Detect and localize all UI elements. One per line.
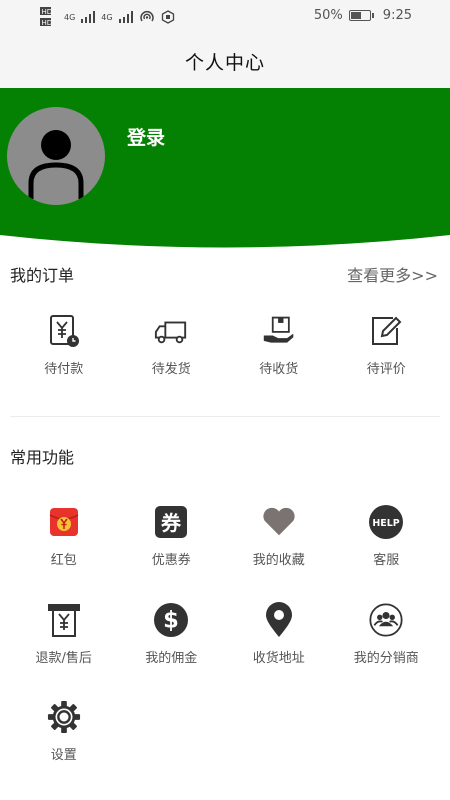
function-label: 客服 <box>373 553 400 568</box>
payment-pending-icon <box>47 314 81 348</box>
function-label: 退款/售后 <box>35 651 92 666</box>
orders-section-title: 我的订单 <box>10 266 75 285</box>
function-settings[interactable]: 设置 <box>10 700 118 763</box>
battery-percent: 50% <box>313 8 343 23</box>
function-label: 优惠券 <box>151 553 191 568</box>
order-label: 待付款 <box>44 362 84 377</box>
svg-text:HD: HD <box>42 8 53 16</box>
settings-gear-icon <box>47 700 81 734</box>
signal-icon-2 <box>118 11 133 23</box>
status-bar: HD HD 4G 4G 50% 9:25 <box>0 0 450 34</box>
clock: 9:25 <box>382 8 412 23</box>
user-avatar-icon <box>28 130 84 199</box>
function-label: 我的佣金 <box>145 651 198 666</box>
orders-section-header: 我的订单 查看更多>> <box>10 262 438 286</box>
coupon-glyph: 券 <box>160 511 182 535</box>
function-coupon[interactable]: 券 优惠券 <box>118 505 226 568</box>
network-label-2: 4G <box>101 12 113 22</box>
package-hand-icon <box>262 314 296 348</box>
functions-section-header: 常用功能 <box>10 444 438 468</box>
functions-row-2: 退款/售后 $ 我的佣金 收货地址 我的分销商 <box>10 602 441 666</box>
function-label: 收货地址 <box>252 651 305 666</box>
order-label: 待评价 <box>366 362 406 377</box>
functions-row-1: 红包 券 优惠券 我的收藏 HELP 客服 <box>10 505 440 568</box>
title-bar: 个人中心 <box>0 34 450 88</box>
hotspot-icon <box>139 11 154 22</box>
function-label: 红包 <box>50 553 77 568</box>
status-icons-left: HD HD 4G 4G <box>40 6 175 28</box>
function-customer-service[interactable]: HELP 客服 <box>333 505 441 568</box>
function-label: 我的收藏 <box>252 553 305 568</box>
function-distributors[interactable]: 我的分销商 <box>333 603 441 666</box>
status-icons-right: 50% 9:25 <box>314 8 412 23</box>
orders-grid: 待付款 待发货 待收货 待评价 <box>10 314 440 377</box>
order-pending-shipment[interactable]: 待发货 <box>118 314 226 377</box>
function-shipping-address[interactable]: 收货地址 <box>225 602 333 666</box>
function-refund[interactable]: 退款/售后 <box>10 603 118 666</box>
edit-review-icon <box>369 314 403 348</box>
login-link[interactable]: 登录 <box>127 123 165 150</box>
profile-header: 登录 <box>0 88 450 250</box>
order-label: 待收货 <box>259 362 299 377</box>
help-glyph: HELP <box>373 518 400 529</box>
function-commission[interactable]: $ 我的佣金 <box>118 603 226 666</box>
hd-icon: HD HD <box>40 7 53 27</box>
dollar-icon: $ <box>154 603 189 637</box>
functions-row-3: 设置 <box>10 700 440 763</box>
truck-icon <box>154 314 188 348</box>
section-divider <box>10 416 440 417</box>
function-favorites[interactable]: 我的收藏 <box>225 505 333 568</box>
heart-icon <box>262 505 296 539</box>
location-pin-icon <box>262 602 296 637</box>
network-label-1: 4G <box>64 12 76 22</box>
svg-text:HD: HD <box>42 19 53 27</box>
function-red-packet[interactable]: 红包 <box>10 505 118 568</box>
order-label: 待发货 <box>151 362 191 377</box>
functions-section-title: 常用功能 <box>10 448 75 467</box>
red-packet-icon <box>47 505 81 539</box>
function-label: 我的分销商 <box>353 651 419 666</box>
order-pending-review[interactable]: 待评价 <box>333 314 441 377</box>
order-pending-receipt[interactable]: 待收货 <box>225 314 333 377</box>
avatar[interactable] <box>7 107 105 205</box>
dollar-glyph: $ <box>163 608 179 634</box>
signal-icon-1 <box>81 11 96 23</box>
coupon-icon: 券 <box>154 505 188 539</box>
group-icon <box>369 603 403 637</box>
page-title: 个人中心 <box>184 51 265 74</box>
order-pending-payment[interactable]: 待付款 <box>10 314 118 377</box>
refund-icon <box>47 603 81 637</box>
function-label: 设置 <box>50 748 77 763</box>
notification-icon <box>161 10 174 24</box>
view-more-orders-link[interactable]: 查看更多>> <box>347 262 438 286</box>
help-icon: HELP <box>369 505 404 539</box>
battery-icon <box>348 10 374 21</box>
